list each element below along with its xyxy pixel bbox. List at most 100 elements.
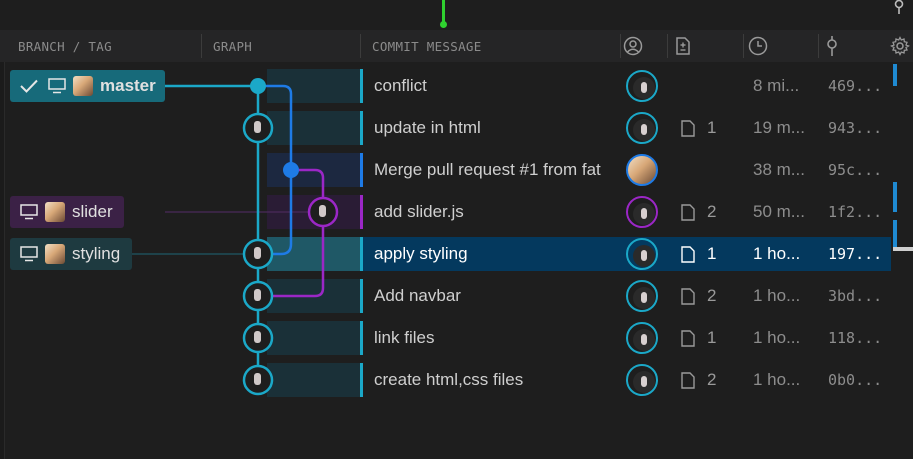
commit-message: Merge pull request #1 from fat: [374, 160, 601, 179]
lane-color-bar: [360, 153, 363, 187]
changed-files-count: 1: [707, 328, 717, 347]
commit-row-selected[interactable]: apply styling 1 1 ho... 197...: [5, 233, 891, 275]
commit-time: 1 ho...: [753, 244, 801, 263]
column-divider[interactable]: [667, 34, 668, 58]
branch-tag-column-header[interactable]: BRANCH / TAG: [18, 30, 112, 62]
file-icon: [681, 120, 695, 137]
commit-icon[interactable]: [890, 0, 908, 14]
lane-color-bar: [360, 111, 363, 145]
lane-color-bar: [360, 363, 363, 397]
commit-sha[interactable]: 197...: [828, 233, 882, 275]
file-icon: [681, 330, 695, 347]
file-icon: [681, 204, 695, 221]
commit-message: apply styling: [374, 244, 468, 263]
avatar: [73, 76, 93, 96]
scroll-marker: [893, 64, 897, 86]
author-avatar[interactable]: [626, 70, 658, 102]
commit-row[interactable]: create html,css files 2 1 ho... 0b0...: [5, 359, 891, 401]
commit-message: Add navbar: [374, 286, 461, 305]
monitor-icon: [48, 78, 66, 94]
commit-sha[interactable]: 3bd...: [828, 275, 882, 317]
commit-row[interactable]: update in html 1 19 m... 943...: [5, 107, 891, 149]
settings-gear-icon[interactable]: [890, 36, 910, 56]
file-icon: [681, 288, 695, 305]
commit-sha[interactable]: 118...: [828, 317, 882, 359]
author-avatar[interactable]: [626, 280, 658, 312]
commit-sha-column-icon[interactable]: [822, 36, 842, 56]
branch-name: master: [100, 76, 156, 95]
commit-time: 1 ho...: [753, 286, 801, 305]
commit-sha[interactable]: 95c...: [828, 149, 882, 191]
lane-color-bar: [360, 321, 363, 355]
graph-row-bg: [267, 195, 362, 229]
column-divider[interactable]: [743, 34, 744, 58]
commit-time: 1 ho...: [753, 370, 801, 389]
branch-name: slider: [72, 202, 113, 221]
file-icon: [681, 246, 695, 263]
lane-color-bar: [360, 237, 363, 271]
commit-time: 38 m...: [753, 160, 805, 179]
author-avatar[interactable]: [626, 154, 658, 186]
column-divider[interactable]: [818, 34, 819, 58]
commit-time: 50 m...: [753, 202, 805, 221]
column-divider[interactable]: [620, 34, 621, 58]
graph-row-bg: [267, 69, 362, 103]
commit-message: conflict: [374, 76, 427, 95]
clock-icon[interactable]: [748, 36, 768, 56]
column-header: BRANCH / TAG GRAPH COMMIT MESSAGE: [0, 30, 913, 62]
graph-row-bg: [267, 363, 362, 397]
graph-row-bg: [267, 279, 362, 313]
commit-time: 19 m...: [753, 118, 805, 137]
commit-row[interactable]: add slider.js 2 50 m... 1f2...: [5, 191, 891, 233]
lane-color-bar: [360, 69, 363, 103]
branch-pill-styling[interactable]: styling: [10, 238, 132, 270]
commit-sha[interactable]: 943...: [828, 107, 882, 149]
commit-message-column-header[interactable]: COMMIT MESSAGE: [372, 30, 482, 62]
commit-row[interactable]: Merge pull request #1 from fat 38 m... 9…: [5, 149, 891, 191]
top-bar: [0, 0, 913, 30]
lane-color-bar: [360, 195, 363, 229]
column-divider[interactable]: [360, 34, 361, 58]
branch-pill-master[interactable]: master: [10, 70, 165, 102]
monitor-icon: [20, 204, 38, 220]
avatar: [45, 244, 65, 264]
commit-row[interactable]: Add navbar 2 1 ho... 3bd...: [5, 275, 891, 317]
commit-message: update in html: [374, 118, 481, 137]
graph-row-bg: [267, 111, 362, 145]
commit-message: add slider.js: [374, 202, 464, 221]
commit-message: create html,css files: [374, 370, 524, 389]
author-avatar[interactable]: [626, 322, 658, 354]
changed-files-count: 2: [707, 202, 717, 221]
check-icon: [20, 79, 38, 93]
author-avatar[interactable]: [626, 364, 658, 396]
commit-time: 8 mi...: [753, 76, 800, 95]
author-avatar[interactable]: [626, 196, 658, 228]
commit-sha[interactable]: 0b0...: [828, 359, 882, 401]
changed-files-count: 2: [707, 370, 717, 389]
author-avatar[interactable]: [626, 238, 658, 270]
lane-color-bar: [360, 279, 363, 313]
changed-files-count: 1: [707, 118, 717, 137]
monitor-icon: [20, 246, 38, 262]
commit-sha[interactable]: 469...: [828, 65, 882, 107]
graph-column-header[interactable]: GRAPH: [213, 30, 252, 62]
graph-connector-dot: [440, 21, 447, 28]
scrollbar-track[interactable]: [891, 62, 913, 459]
changed-files-count: 2: [707, 286, 717, 305]
branch-name: styling: [72, 244, 121, 263]
scroll-thumb-marker: [893, 247, 913, 251]
author-avatar[interactable]: [626, 112, 658, 144]
changes-column-icon[interactable]: [673, 36, 693, 56]
file-icon: [681, 372, 695, 389]
author-column-icon[interactable]: [623, 36, 643, 56]
branch-pill-slider[interactable]: slider: [10, 196, 124, 228]
column-divider[interactable]: [201, 34, 202, 58]
graph-row-bg: [267, 237, 362, 271]
commit-sha[interactable]: 1f2...: [828, 191, 882, 233]
changed-files-count: 1: [707, 244, 717, 263]
graph-row-bg: [267, 321, 362, 355]
scroll-marker: [893, 220, 897, 250]
avatar: [45, 202, 65, 222]
graph-row-bg: [267, 153, 362, 187]
commit-row[interactable]: link files 1 1 ho... 118...: [5, 317, 891, 359]
